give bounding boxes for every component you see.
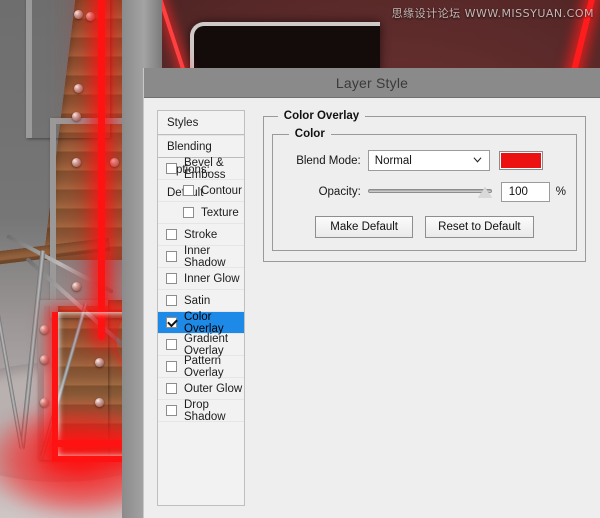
- checkbox-icon[interactable]: [166, 317, 177, 328]
- blend-mode-label: Blend Mode:: [296, 154, 361, 167]
- checkbox-icon[interactable]: [166, 251, 177, 262]
- opacity-slider-track: [367, 188, 492, 193]
- blending-options-row[interactable]: Blending Options: Default: [158, 135, 244, 199]
- color-group-title: Color: [294, 128, 325, 140]
- style-row-label: Color Overlay: [184, 310, 224, 335]
- opacity-unit: %: [555, 185, 566, 198]
- checkbox-icon[interactable]: [166, 405, 177, 416]
- style-row-pattern-overlay[interactable]: Pattern Overlay: [158, 354, 244, 379]
- bolt: [74, 84, 83, 93]
- styles-header[interactable]: Styles: [158, 111, 244, 135]
- color-overlay-group-title: Color Overlay: [283, 110, 360, 122]
- style-row-satin[interactable]: Satin: [158, 290, 244, 312]
- color-swatch-button[interactable]: [498, 151, 543, 170]
- style-row-label: Bevel & Emboss: [184, 156, 226, 181]
- style-row-label: Satin: [184, 294, 211, 307]
- opacity-label: Opacity:: [318, 185, 361, 198]
- opacity-row: Opacity: 100 %: [283, 181, 566, 202]
- checkbox-icon[interactable]: [166, 273, 177, 284]
- checkbox-icon[interactable]: [166, 383, 177, 394]
- checkbox-icon[interactable]: [166, 295, 177, 306]
- watermark-text: 思缘设计论坛 WWW.MISSYUAN.COM: [391, 7, 594, 20]
- dialog-title: Layer Style: [335, 74, 409, 91]
- effect-settings-pane: Color Overlay Color Blend Mode: Normal O…: [245, 110, 600, 518]
- style-row-label: Inner Shadow: [184, 244, 226, 269]
- opacity-input[interactable]: 100: [500, 181, 550, 202]
- make-default-button[interactable]: Make Default: [315, 216, 414, 238]
- opacity-slider[interactable]: [367, 183, 492, 201]
- style-row-stroke[interactable]: Stroke: [158, 224, 244, 246]
- bolt: [72, 158, 81, 167]
- color-overlay-group: Color Overlay Color Blend Mode: Normal O…: [262, 110, 586, 262]
- blend-mode-value: Normal: [374, 154, 412, 167]
- blend-mode-row: Blend Mode: Normal: [283, 150, 566, 171]
- style-row-gradient-overlay[interactable]: Gradient Overlay: [158, 332, 244, 357]
- style-row-label: Drop Shadow: [184, 398, 226, 423]
- bolt: [72, 282, 81, 291]
- checkbox-icon[interactable]: [166, 361, 177, 372]
- color-group: Color Blend Mode: Normal Opacity: 100 % …: [271, 128, 577, 251]
- blend-mode-select[interactable]: Normal: [367, 150, 490, 171]
- default-buttons-row: Make Default Reset to Default: [283, 216, 566, 238]
- style-row-label: Contour: [201, 184, 242, 197]
- style-row-inner-shadow[interactable]: Inner Shadow: [158, 244, 244, 269]
- checkbox-icon[interactable]: [166, 229, 177, 240]
- chevron-down-icon: [473, 157, 482, 163]
- bolt: [110, 158, 119, 167]
- neon-vertical-tube: [98, 0, 105, 340]
- style-row-label: Gradient Overlay: [184, 332, 229, 357]
- style-row-outer-glow[interactable]: Outer Glow: [158, 378, 244, 400]
- style-row-texture[interactable]: Texture: [158, 202, 244, 224]
- dialog-titlebar[interactable]: Layer Style: [144, 68, 600, 98]
- bolt: [40, 325, 49, 334]
- checkbox-icon[interactable]: [166, 339, 177, 350]
- style-row-drop-shadow[interactable]: Drop Shadow: [158, 398, 244, 423]
- style-row-label: Pattern Overlay: [184, 354, 224, 379]
- bolt: [40, 355, 49, 364]
- bolt: [72, 112, 81, 121]
- style-row-label: Inner Glow: [184, 272, 240, 285]
- reset-to-default-button[interactable]: Reset to Default: [425, 216, 534, 238]
- checkbox-icon[interactable]: [183, 207, 194, 218]
- layer-style-dialog: Layer Style Styles Blending Options: Def…: [143, 68, 600, 518]
- opacity-slider-thumb[interactable]: [477, 186, 492, 198]
- style-row-inner-glow[interactable]: Inner Glow: [158, 268, 244, 290]
- opacity-value: 100: [508, 185, 528, 198]
- style-row-color-overlay[interactable]: Color Overlay: [158, 310, 244, 335]
- bolt: [74, 10, 83, 19]
- bolt: [86, 12, 95, 21]
- checkbox-icon[interactable]: [166, 163, 177, 174]
- dialog-body: Styles Blending Options: Default Bevel &…: [144, 98, 600, 518]
- style-row-label: Texture: [201, 206, 239, 219]
- style-row-label: Outer Glow: [184, 382, 243, 395]
- screen: 思缘设计论坛 WWW.MISSYUAN.COM Layer Style Styl…: [0, 0, 600, 518]
- style-row-label: Stroke: [184, 228, 218, 241]
- checkbox-icon[interactable]: [183, 185, 194, 196]
- styles-list-panel[interactable]: Styles Blending Options: Default Bevel &…: [157, 110, 245, 506]
